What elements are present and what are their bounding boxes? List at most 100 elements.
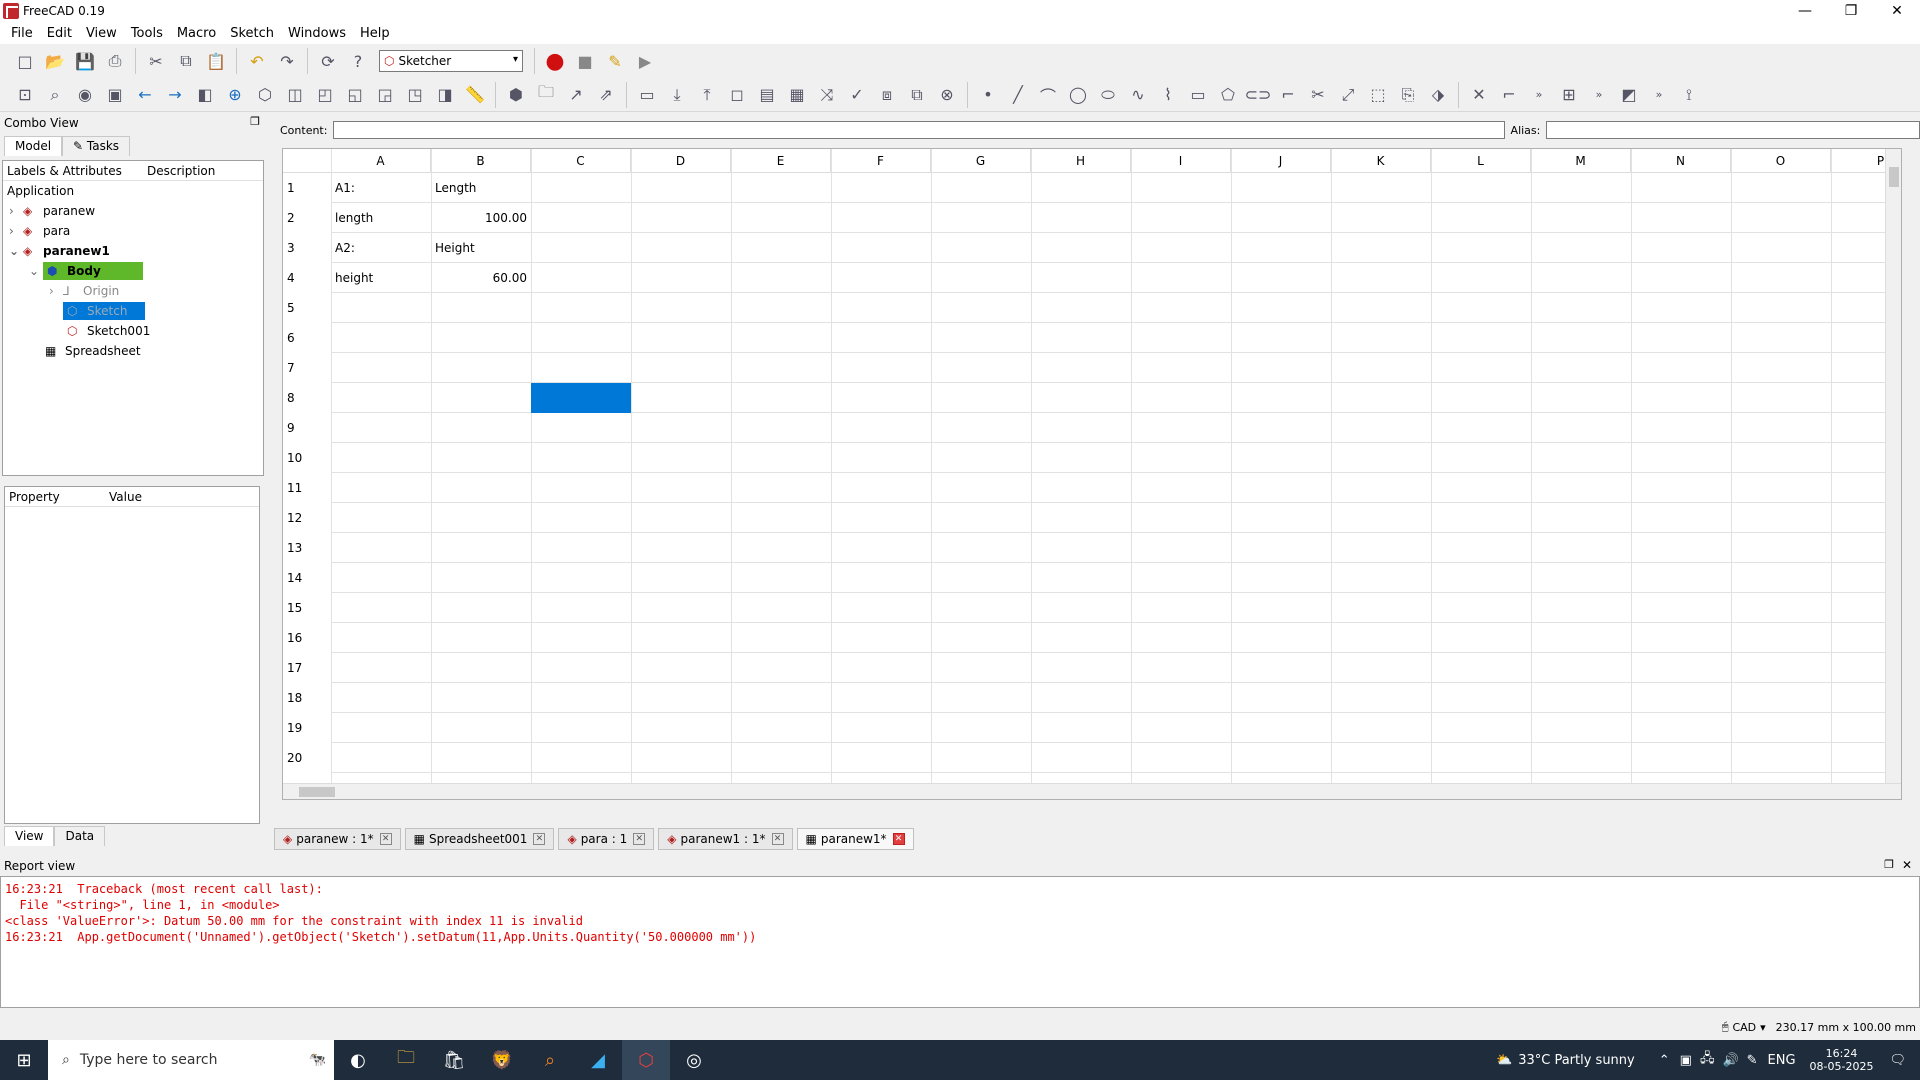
row-header-4[interactable]: 4 [283, 263, 331, 293]
top-view-icon[interactable]: ◰ [313, 83, 337, 107]
undock-icon[interactable]: ❐ [1884, 858, 1894, 871]
fit-selection-icon[interactable]: ⌕ [43, 83, 67, 107]
chevron-up-icon[interactable]: ⌃ [1659, 1053, 1670, 1068]
rectangle-icon[interactable]: ▭ [1186, 83, 1210, 107]
menu-help[interactable]: Help [353, 26, 397, 41]
close-icon[interactable]: ✕ [533, 833, 546, 845]
workbench-selector[interactable]: ⬡ Sketcher ▾ [379, 50, 523, 72]
row-header-7[interactable]: 7 [283, 353, 331, 383]
row-header-3[interactable]: 3 [283, 233, 331, 263]
carbon-copy-icon[interactable]: ⎘ [1396, 83, 1420, 107]
tree-item-spreadsheet[interactable]: ▦ Spreadsheet [3, 341, 263, 361]
column-header-I[interactable]: I [1131, 149, 1231, 173]
menu-sketch[interactable]: Sketch [223, 26, 281, 41]
copilot-icon[interactable]: ◐ [334, 1040, 382, 1080]
external-geometry-icon[interactable]: ⬚ [1366, 83, 1390, 107]
menu-edit[interactable]: Edit [40, 26, 79, 41]
tab-data[interactable]: Data [54, 826, 106, 846]
copy-icon[interactable]: ⧉ [174, 49, 198, 73]
merge-sketch-icon[interactable]: ⧈ [875, 83, 899, 107]
doc-tab-paranew1[interactable]: ◈ paranew1 : 1* ✕ [658, 828, 793, 850]
view-sketch-icon[interactable]: ◻ [725, 83, 749, 107]
tree-header-description[interactable]: Description [143, 164, 215, 178]
toolbar-overflow-icon-3[interactable]: » [1647, 83, 1671, 107]
tree-item-sketch[interactable]: ⬡ Sketch [3, 301, 263, 321]
construction-mode-icon[interactable]: ⬗ [1426, 83, 1450, 107]
tab-view[interactable]: View [4, 826, 55, 846]
link-icon[interactable]: ↗ [564, 83, 588, 107]
column-header-C[interactable]: C [531, 149, 631, 173]
row-header-18[interactable]: 18 [283, 683, 331, 713]
doc-tab-para[interactable]: ◈ para : 1 ✕ [558, 828, 655, 850]
open-file-icon[interactable]: 📂 [43, 49, 67, 73]
tree-item-origin[interactable]: › ⅃ Origin [3, 281, 263, 301]
pen-icon[interactable]: ✎ [1747, 1053, 1758, 1068]
mirror-sketch-icon[interactable]: ⧉ [905, 83, 929, 107]
column-header-O[interactable]: O [1731, 149, 1831, 173]
navigation-style[interactable]: CAD [1732, 1021, 1756, 1034]
freecad-taskbar-icon[interactable]: ⬡ [622, 1040, 670, 1080]
row-header-1[interactable]: 1 [283, 173, 331, 203]
prop-header-property[interactable]: Property [5, 490, 105, 504]
isometric-view-icon[interactable]: ⬡ [253, 83, 277, 107]
close-sketch-icon[interactable]: ⊗ [935, 83, 959, 107]
report-output[interactable]: 16:23:21 Traceback (most recent call las… [0, 876, 1920, 1008]
tree-item-paranew[interactable]: › ◈ paranew [3, 201, 263, 221]
column-header-H[interactable]: H [1031, 149, 1131, 173]
map-sketch-icon[interactable]: ▦ [785, 83, 809, 107]
volume-icon[interactable]: 🔊 [1722, 1053, 1738, 1068]
selected-cell-C8[interactable] [531, 383, 631, 413]
bspline-tools-icon[interactable]: ⟟ [1677, 83, 1701, 107]
tree-item-body[interactable]: ⌄ ⬢ Body [3, 261, 263, 281]
menu-view[interactable]: View [79, 26, 124, 41]
reorient-sketch-icon[interactable]: ⤨ [815, 83, 839, 107]
cell-A2[interactable]: length [331, 203, 431, 233]
chevron-down-icon[interactable]: ▾ [1760, 1021, 1766, 1034]
chrome-icon[interactable]: ◎ [670, 1040, 718, 1080]
measure-icon[interactable]: 📏 [463, 83, 487, 107]
tab-tasks[interactable]: ✎ Tasks [62, 136, 131, 156]
content-input[interactable] [333, 121, 1505, 139]
link-actions-icon[interactable]: ⇗ [594, 83, 618, 107]
column-header-M[interactable]: M [1531, 149, 1631, 173]
zoom-icon[interactable]: ⊕ [223, 83, 247, 107]
cell-B2[interactable]: 100.00 [431, 203, 531, 233]
tree-item-sketch001[interactable]: ⬡ Sketch001 [3, 321, 263, 341]
notification-icon[interactable]: 🗨 [1889, 1053, 1906, 1068]
weather-text[interactable]: 33°C Partly sunny [1518, 1053, 1635, 1068]
column-header-A[interactable]: A [331, 149, 431, 173]
front-view-icon[interactable]: ◫ [283, 83, 307, 107]
row-header-17[interactable]: 17 [283, 653, 331, 683]
paste-icon[interactable]: 📋 [204, 49, 228, 73]
column-header-B[interactable]: B [431, 149, 531, 173]
circle-icon[interactable]: ◯ [1066, 83, 1090, 107]
row-header-16[interactable]: 16 [283, 623, 331, 653]
cell-B1[interactable]: Length [431, 173, 531, 203]
attach-sketch-icon[interactable]: ⤓ [665, 83, 689, 107]
column-header-G[interactable]: G [931, 149, 1031, 173]
close-icon[interactable]: ✕ [892, 833, 905, 845]
part-icon[interactable]: ⬢ [504, 83, 528, 107]
column-header-K[interactable]: K [1331, 149, 1431, 173]
row-header-9[interactable]: 9 [283, 413, 331, 443]
save-icon[interactable]: 💾 [73, 49, 97, 73]
tree-header-labels[interactable]: Labels & Attributes [3, 164, 143, 178]
tree-item-paranew1[interactable]: ⌄ ◈ paranew1 [3, 241, 263, 261]
leave-sketch-icon[interactable]: ⤒ [695, 83, 719, 107]
point-on-object-icon[interactable]: ⌐ [1497, 83, 1521, 107]
constraint-tools-icon[interactable]: ⊞ [1557, 83, 1581, 107]
cut-icon[interactable]: ✂ [144, 49, 168, 73]
file-explorer-icon[interactable]: 🗀 [382, 1040, 430, 1080]
validate-sketch-icon[interactable]: ✓ [845, 83, 869, 107]
rear-view-icon[interactable]: ◲ [373, 83, 397, 107]
row-header-6[interactable]: 6 [283, 323, 331, 353]
close-icon[interactable]: ✕ [379, 833, 392, 845]
back-arrow-icon[interactable]: ← [133, 83, 157, 107]
std-views-icon[interactable]: ◧ [193, 83, 217, 107]
cell-A1[interactable]: A1: [331, 173, 431, 203]
sketch-tools-icon[interactable]: ◩ [1617, 83, 1641, 107]
cell-B3[interactable]: Height [431, 233, 531, 263]
new-sketch-icon[interactable]: ▭ [635, 83, 659, 107]
forward-arrow-icon[interactable]: → [163, 83, 187, 107]
tab-model[interactable]: Model [4, 136, 63, 156]
